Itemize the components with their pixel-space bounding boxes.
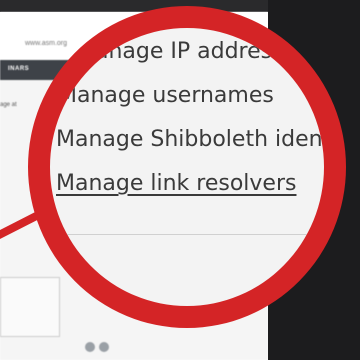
manage-usernames-item[interactable]: Manage usernames [58,74,324,118]
background-side-text: age at [0,102,17,108]
share-icon [85,342,95,352]
lens-divider [50,234,324,235]
background-panel [0,277,60,337]
manage-ip-addresses-item[interactable]: Manage IP addresses [76,30,324,74]
background-share-icons [85,342,109,352]
account-menu-list: Manage IP addresses Manage usernames Man… [56,39,324,206]
info-icon [99,342,109,352]
background-nav-label: INARS [8,66,30,72]
magnifier-lens: Manage IP addresses Manage usernames Man… [28,6,346,328]
manage-shibboleth-identities-item[interactable]: Manage Shibboleth identities [56,118,324,162]
manage-link-resolvers-link[interactable]: Manage link resolvers [56,162,324,206]
